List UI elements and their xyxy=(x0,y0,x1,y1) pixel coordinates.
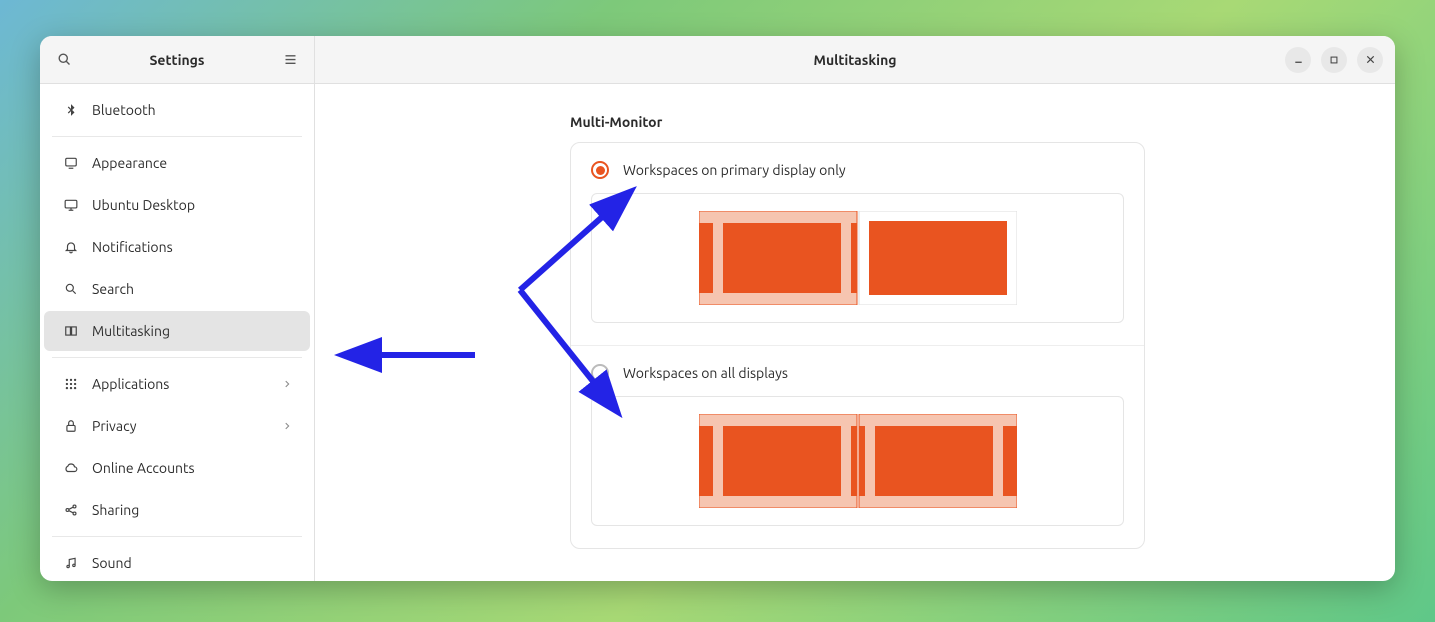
sidebar: Settings Bluetooth Appearance Ubuntu Deskt… xyxy=(40,36,315,581)
lock-icon xyxy=(62,417,80,435)
multi-monitor-card: Workspaces on primary display only xyxy=(570,142,1145,549)
hamburger-button[interactable] xyxy=(278,48,302,72)
radio-primary-only[interactable] xyxy=(591,161,609,179)
main-area: Multitasking Multi-Monitor xyxy=(315,36,1395,581)
sidebar-separator xyxy=(52,357,302,358)
chevron-right-icon xyxy=(282,379,292,389)
chevron-right-icon xyxy=(282,421,292,431)
sidebar-item-notifications[interactable]: Notifications xyxy=(44,227,310,267)
sidebar-item-applications[interactable]: Applications xyxy=(44,364,310,404)
sidebar-item-label: Bluetooth xyxy=(92,102,156,118)
sidebar-item-label: Appearance xyxy=(92,155,167,171)
desktop-icon xyxy=(62,196,80,214)
sidebar-item-label: Search xyxy=(92,281,134,297)
option-all-displays[interactable]: Workspaces on all displays xyxy=(571,345,1144,548)
close-button[interactable] xyxy=(1357,47,1383,73)
section-title: Multi-Monitor xyxy=(570,114,1355,130)
sidebar-item-label: Online Accounts xyxy=(92,460,195,476)
sidebar-item-label: Notifications xyxy=(92,239,173,255)
share-icon xyxy=(62,501,80,519)
appearance-icon xyxy=(62,154,80,172)
option-label: Workspaces on all displays xyxy=(623,365,788,381)
sidebar-separator xyxy=(52,536,302,537)
illustration-primary-only xyxy=(591,193,1124,323)
sidebar-item-ubuntu-desktop[interactable]: Ubuntu Desktop xyxy=(44,185,310,225)
multitask-icon xyxy=(62,322,80,340)
sidebar-item-sound[interactable]: Sound xyxy=(44,543,310,581)
main-header: Multitasking xyxy=(315,36,1395,84)
main-content: Multi-Monitor Workspaces on primary disp… xyxy=(315,84,1395,581)
sidebar-separator xyxy=(52,136,302,137)
minimize-icon xyxy=(1293,54,1304,65)
apps-icon xyxy=(62,375,80,393)
sidebar-item-multitasking[interactable]: Multitasking xyxy=(44,311,310,351)
settings-window: Settings Bluetooth Appearance Ubuntu Deskt… xyxy=(40,36,1395,581)
sidebar-item-appearance[interactable]: Appearance xyxy=(44,143,310,183)
sidebar-item-label: Ubuntu Desktop xyxy=(92,197,195,213)
sidebar-item-label: Sound xyxy=(92,555,132,571)
window-controls xyxy=(1285,47,1383,73)
cloud-icon xyxy=(62,459,80,477)
radio-all-displays[interactable] xyxy=(591,364,609,382)
search-icon xyxy=(57,52,72,67)
sidebar-item-online-accounts[interactable]: Online Accounts xyxy=(44,448,310,488)
minimize-button[interactable] xyxy=(1285,47,1311,73)
sidebar-item-label: Applications xyxy=(92,376,169,392)
sidebar-item-bluetooth[interactable]: Bluetooth xyxy=(44,90,310,130)
search-button[interactable] xyxy=(52,48,76,72)
workspace-illustration-icon xyxy=(699,414,1017,508)
maximize-icon xyxy=(1329,55,1339,65)
option-header: Workspaces on all displays xyxy=(591,364,1124,382)
sidebar-item-privacy[interactable]: Privacy xyxy=(44,406,310,446)
workspace-illustration-icon xyxy=(699,211,1017,305)
maximize-button[interactable] xyxy=(1321,47,1347,73)
hamburger-icon xyxy=(283,52,298,67)
search-icon xyxy=(62,280,80,298)
bluetooth-icon xyxy=(62,101,80,119)
sidebar-title: Settings xyxy=(76,52,278,68)
illustration-all-displays xyxy=(591,396,1124,526)
option-label: Workspaces on primary display only xyxy=(623,162,846,178)
sound-icon xyxy=(62,554,80,572)
sidebar-item-label: Sharing xyxy=(92,502,139,518)
page-title: Multitasking xyxy=(813,52,896,68)
sidebar-item-label: Multitasking xyxy=(92,323,170,339)
close-icon xyxy=(1365,54,1376,65)
sidebar-header: Settings xyxy=(40,36,314,84)
bell-icon xyxy=(62,238,80,256)
option-primary-only[interactable]: Workspaces on primary display only xyxy=(571,143,1144,345)
sidebar-item-label: Privacy xyxy=(92,418,136,434)
sidebar-item-sharing[interactable]: Sharing xyxy=(44,490,310,530)
sidebar-item-search[interactable]: Search xyxy=(44,269,310,309)
option-header: Workspaces on primary display only xyxy=(591,161,1124,179)
sidebar-list: Bluetooth Appearance Ubuntu Desktop Notific… xyxy=(40,84,314,581)
